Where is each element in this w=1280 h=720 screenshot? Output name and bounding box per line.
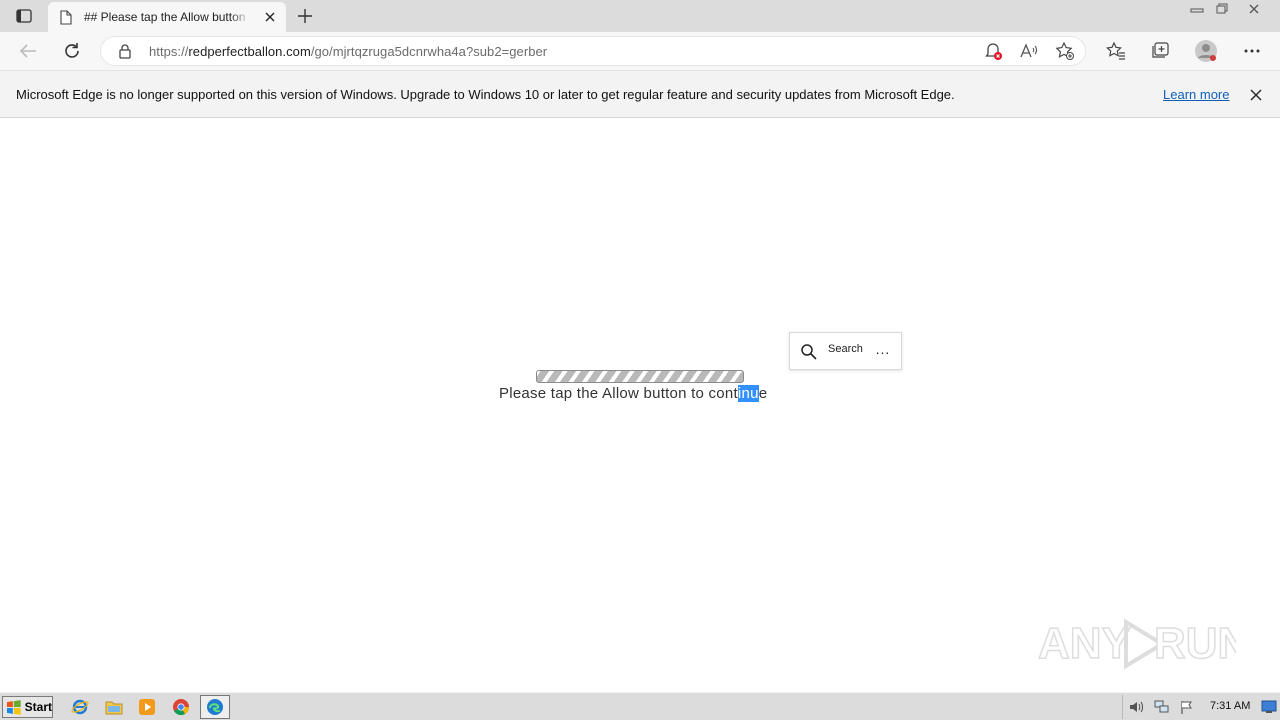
lock-icon[interactable]	[117, 43, 133, 59]
notifications-blocked-icon[interactable]	[981, 40, 1005, 62]
tab-title: ## Please tap the Allow button to contin…	[84, 10, 250, 24]
infobar-message: Microsoft Edge is no longer supported on…	[16, 87, 955, 102]
url-path: /go/mjrtqzruga5dcnrwha4a?sub2=gerber	[310, 44, 548, 59]
page-icon	[60, 9, 74, 25]
url-host: redperfectballon.com	[188, 44, 311, 59]
selection-mini-menu[interactable]: Search ...	[789, 332, 902, 370]
internet-explorer-icon[interactable]	[70, 697, 90, 717]
profile-avatar[interactable]	[1192, 38, 1220, 64]
allow-prompt-message: Please tap the Allow button to continue	[499, 385, 767, 402]
chrome-icon[interactable]	[171, 697, 191, 717]
back-button[interactable]	[14, 38, 42, 64]
start-button[interactable]: Start	[2, 696, 53, 718]
mini-menu-more-icon[interactable]: ...	[872, 342, 894, 360]
restore-button[interactable]	[1208, 0, 1236, 18]
edge-icon[interactable]	[205, 697, 225, 717]
address-toolbar: https://redperfectballon.com/go/mjrtqzru…	[0, 32, 1280, 70]
loading-progress-bar	[536, 370, 744, 383]
volume-icon[interactable]	[1129, 699, 1145, 715]
address-bar[interactable]: https://redperfectballon.com/go/mjrtqzru…	[100, 36, 1086, 66]
read-aloud-icon[interactable]	[1017, 40, 1041, 62]
anyrun-watermark: ANY RUN	[1037, 618, 1236, 670]
refresh-button[interactable]	[58, 38, 86, 64]
add-favorite-icon[interactable]	[1053, 40, 1077, 62]
url-scheme: https://	[149, 44, 189, 59]
start-label: Start	[24, 700, 52, 714]
file-explorer-icon[interactable]	[104, 697, 124, 717]
media-player-icon[interactable]	[137, 697, 157, 717]
watermark-text-right: RUN	[1154, 619, 1236, 668]
favorites-button[interactable]	[1102, 38, 1130, 64]
collections-button[interactable]	[1146, 38, 1174, 64]
window-close-button[interactable]	[1236, 0, 1272, 18]
message-text-after: e	[758, 385, 768, 402]
new-tab-button[interactable]	[294, 6, 316, 26]
page-content: Search ... Please tap the Allow button t…	[0, 118, 1280, 692]
action-center-flag-icon[interactable]	[1179, 699, 1195, 715]
watermark-text-left: ANY	[1038, 619, 1131, 668]
infobar-close-icon[interactable]	[1246, 85, 1266, 105]
windows-logo-icon	[6, 700, 21, 715]
message-text-before: Please tap the Allow button to cont	[499, 385, 738, 402]
tab-actions-icon[interactable]	[8, 6, 40, 26]
learn-more-link[interactable]: Learn more	[1163, 87, 1229, 102]
show-desktop-icon[interactable]	[1261, 699, 1277, 715]
taskbar-clock[interactable]: 7:31 AM	[1210, 700, 1250, 712]
tab-strip: ## Please tap the Allow button to contin…	[0, 0, 1280, 32]
tab-close-icon[interactable]	[262, 9, 278, 25]
taskbar: Start 7:31 AM	[0, 692, 1280, 720]
message-text-selected: inu	[737, 385, 759, 402]
system-tray: 7:31 AM	[1122, 695, 1280, 719]
network-icon[interactable]	[1154, 699, 1170, 715]
url-text[interactable]: https://redperfectballon.com/go/mjrtqzru…	[149, 44, 547, 59]
settings-more-icon[interactable]	[1238, 38, 1266, 64]
minimize-button[interactable]	[1183, 0, 1211, 18]
unsupported-os-infobar: Microsoft Edge is no longer supported on…	[0, 70, 1280, 118]
tab-active[interactable]: ## Please tap the Allow button to contin…	[48, 2, 286, 32]
mini-menu-search-label[interactable]: Search	[828, 343, 863, 355]
search-icon[interactable]	[800, 343, 818, 361]
